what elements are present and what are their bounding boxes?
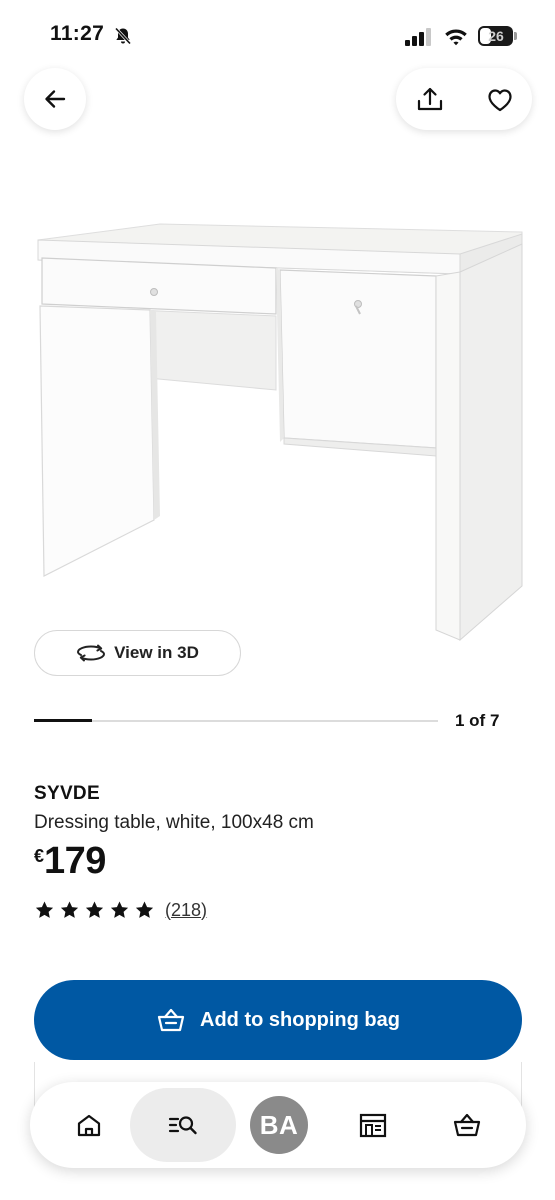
star-icon xyxy=(60,901,79,918)
tab-stores[interactable] xyxy=(330,1082,416,1168)
product-rating[interactable]: (218) xyxy=(34,898,207,922)
top-actions xyxy=(396,68,532,130)
share-button[interactable] xyxy=(408,77,452,121)
price-currency: € xyxy=(34,846,45,866)
review-count-link[interactable]: (218) xyxy=(165,900,207,921)
product-name: SYVDE xyxy=(34,783,100,804)
status-bar: 11:27 26 xyxy=(0,0,555,70)
price-amount: 179 xyxy=(44,840,106,882)
status-time: 11:27 xyxy=(50,22,105,45)
image-carousel-progress xyxy=(34,719,438,722)
tab-shopping-bag[interactable] xyxy=(424,1082,510,1168)
battery-indicator: 26 xyxy=(478,26,518,46)
star-icon xyxy=(35,901,54,918)
rotate-3d-icon xyxy=(77,644,106,662)
add-to-bag-button[interactable]: Add to shopping bag xyxy=(34,980,522,1060)
battery-nub xyxy=(514,32,517,40)
image-carousel-progress-fill xyxy=(34,719,92,722)
share-icon xyxy=(417,87,443,111)
wifi-icon xyxy=(445,29,467,46)
store-icon xyxy=(359,1113,387,1138)
avatar: BA xyxy=(250,1096,308,1154)
star-icon xyxy=(135,901,154,918)
view-in-3d-button[interactable]: View in 3D xyxy=(34,630,241,676)
product-price: € 179 xyxy=(34,840,106,886)
view-in-3d-label: View in 3D xyxy=(114,643,199,662)
arrow-left-icon xyxy=(45,90,66,108)
image-counter: 1 of 7 xyxy=(455,711,500,730)
home-icon xyxy=(77,1114,101,1137)
star-icon xyxy=(110,901,129,918)
heart-icon xyxy=(488,89,512,112)
bell-muted-icon xyxy=(114,27,132,45)
bottom-tab-bar: BA xyxy=(30,1082,526,1168)
favorite-button[interactable] xyxy=(478,77,522,121)
product-image[interactable] xyxy=(30,210,530,650)
add-to-bag-label: Add to shopping bag xyxy=(200,1008,400,1031)
battery-percentage: 26 xyxy=(488,28,504,44)
shopping-bag-icon xyxy=(157,1008,185,1032)
product-description: Dressing table, white, 100x48 cm xyxy=(34,812,314,833)
signal-icon xyxy=(405,28,431,46)
tab-account[interactable]: BA xyxy=(236,1082,322,1168)
tab-search[interactable] xyxy=(130,1082,236,1168)
back-button[interactable] xyxy=(24,68,86,130)
search-list-icon xyxy=(168,1116,197,1135)
star-icon xyxy=(85,901,104,918)
shopping-bag-icon xyxy=(453,1113,481,1137)
tab-home[interactable] xyxy=(46,1082,132,1168)
